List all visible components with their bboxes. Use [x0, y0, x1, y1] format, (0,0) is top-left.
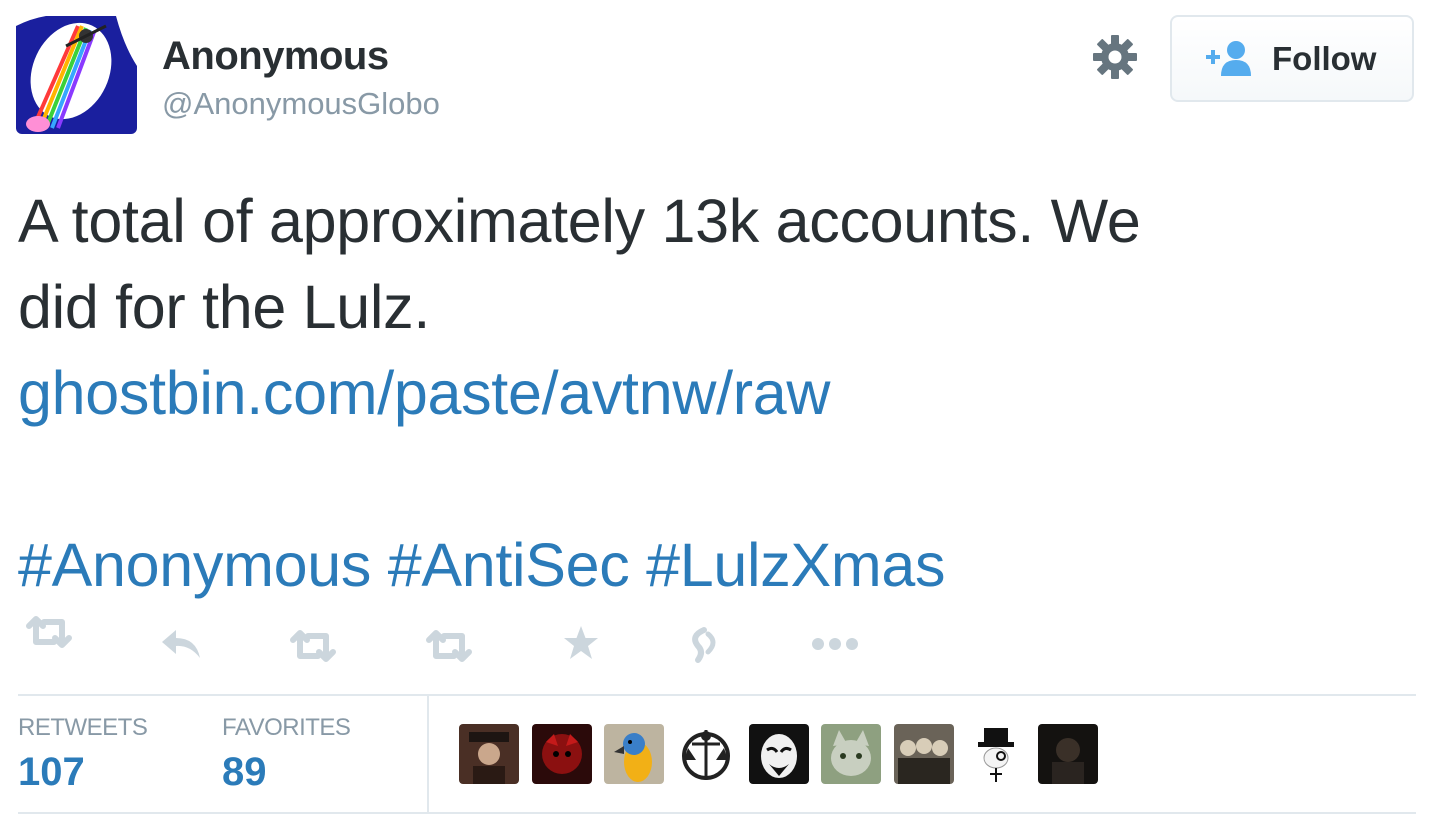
- favorites-label[interactable]: FAVORITES: [222, 714, 351, 742]
- user-avatar[interactable]: [16, 16, 137, 134]
- vine-icon[interactable]: [684, 626, 724, 664]
- add-user-icon: [1206, 40, 1251, 76]
- hashtag-lulzxmas[interactable]: #LulzXmas: [646, 531, 945, 599]
- retweet-icon[interactable]: [424, 628, 474, 664]
- favorite-icon[interactable]: [562, 624, 600, 662]
- tweet-line-2: did for the Lulz.: [18, 273, 430, 341]
- divider-bottom: [18, 812, 1416, 814]
- divider-top: [18, 694, 1416, 696]
- tweet-line-1: A total of approximately 13k accounts. W…: [18, 187, 1141, 255]
- stats-divider: [427, 696, 429, 812]
- user-name[interactable]: Anonymous: [162, 34, 389, 79]
- user-avatar-1[interactable]: [459, 724, 519, 784]
- follow-label: Follow: [1272, 39, 1377, 77]
- favorites-count[interactable]: 89: [222, 750, 267, 795]
- hashtag-antisec[interactable]: #AntiSec: [388, 531, 630, 599]
- more-icon[interactable]: [810, 636, 860, 652]
- user-handle[interactable]: @AnonymousGlobo: [162, 86, 440, 122]
- gear-icon[interactable]: [1092, 34, 1138, 80]
- retweets-label[interactable]: RETWEETS: [18, 714, 148, 742]
- retweets-count[interactable]: 107: [18, 750, 85, 795]
- retweet-icon[interactable]: [288, 628, 338, 664]
- retweet-icon[interactable]: [24, 614, 74, 650]
- user-avatar-7[interactable]: [894, 724, 954, 784]
- user-avatar-8[interactable]: [966, 724, 1026, 784]
- user-avatar-6[interactable]: [821, 724, 881, 784]
- tweet-link[interactable]: ghostbin.com/paste/avtnw/raw: [18, 359, 830, 427]
- reply-icon[interactable]: [160, 628, 202, 660]
- hashtag-anonymous[interactable]: #Anonymous: [18, 531, 371, 599]
- user-avatar-5[interactable]: [749, 724, 809, 784]
- user-avatar-2[interactable]: [532, 724, 592, 784]
- follow-button[interactable]: Follow: [1170, 15, 1414, 102]
- user-avatar-4[interactable]: [676, 724, 736, 784]
- user-avatar-3[interactable]: [604, 724, 664, 784]
- tweet-text: A total of approximately 13k accounts. W…: [18, 178, 1418, 608]
- user-avatar-9[interactable]: [1038, 724, 1098, 784]
